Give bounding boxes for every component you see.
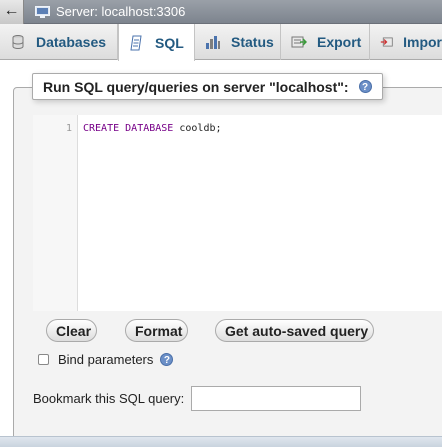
help-icon[interactable]: ? (358, 80, 372, 93)
bookmark-label: Bookmark this SQL query: (33, 391, 185, 406)
server-breadcrumb-bar: ← Server: localhost:3306 (0, 0, 442, 24)
panel-legend: Run SQL query/queries on server "localho… (32, 73, 383, 100)
sql-icon (130, 35, 142, 50)
bind-parameters-label[interactable]: Bind parameters (58, 352, 153, 367)
tab-databases-label: Databases (36, 34, 107, 50)
bookmark-input[interactable] (191, 386, 361, 411)
tab-import[interactable]: Impor (370, 24, 442, 60)
database-icon (12, 35, 24, 49)
tab-import-label: Impor (403, 34, 442, 50)
sql-editor[interactable]: 1 CREATE DATABASE cooldb; (33, 115, 442, 311)
main-tab-bar: Databases SQL Status Export Impor (0, 24, 442, 61)
sql-keyword: CREATE (83, 123, 120, 134)
back-arrow-icon: ← (3, 2, 20, 19)
line-number-gutter: 1 (33, 115, 78, 311)
server-link[interactable]: Server: localhost:3306 (56, 4, 185, 19)
status-icon (206, 36, 220, 49)
tab-sql[interactable]: SQL (118, 24, 195, 61)
format-button[interactable]: Format (125, 319, 188, 342)
get-auto-saved-query-button[interactable]: Get auto-saved query (215, 319, 374, 342)
import-icon (380, 37, 393, 47)
bind-parameters-checkbox[interactable] (38, 353, 49, 365)
bottom-panel-edge (0, 436, 442, 447)
panel-title: Run SQL query/queries on server "localho… (43, 78, 349, 95)
tab-databases[interactable]: Databases (0, 24, 118, 60)
bind-parameters-row: Bind parameters ? (38, 351, 174, 367)
line-number: 1 (65, 123, 72, 134)
sql-keyword: DATABASE (125, 123, 174, 134)
tab-export-label: Export (317, 34, 362, 50)
tab-export[interactable]: Export (281, 24, 370, 60)
help-icon[interactable]: ? (160, 352, 174, 366)
clear-button[interactable]: Clear (46, 319, 97, 342)
tab-status[interactable]: Status (195, 24, 281, 60)
sql-identifier: cooldb; (179, 123, 222, 134)
back-button[interactable]: ← (0, 0, 24, 24)
tab-status-label: Status (231, 34, 274, 50)
export-icon (291, 36, 307, 48)
tab-sql-label: SQL (155, 34, 184, 51)
sql-code-line: CREATE DATABASE cooldb; (83, 123, 222, 134)
server-icon (35, 6, 50, 18)
